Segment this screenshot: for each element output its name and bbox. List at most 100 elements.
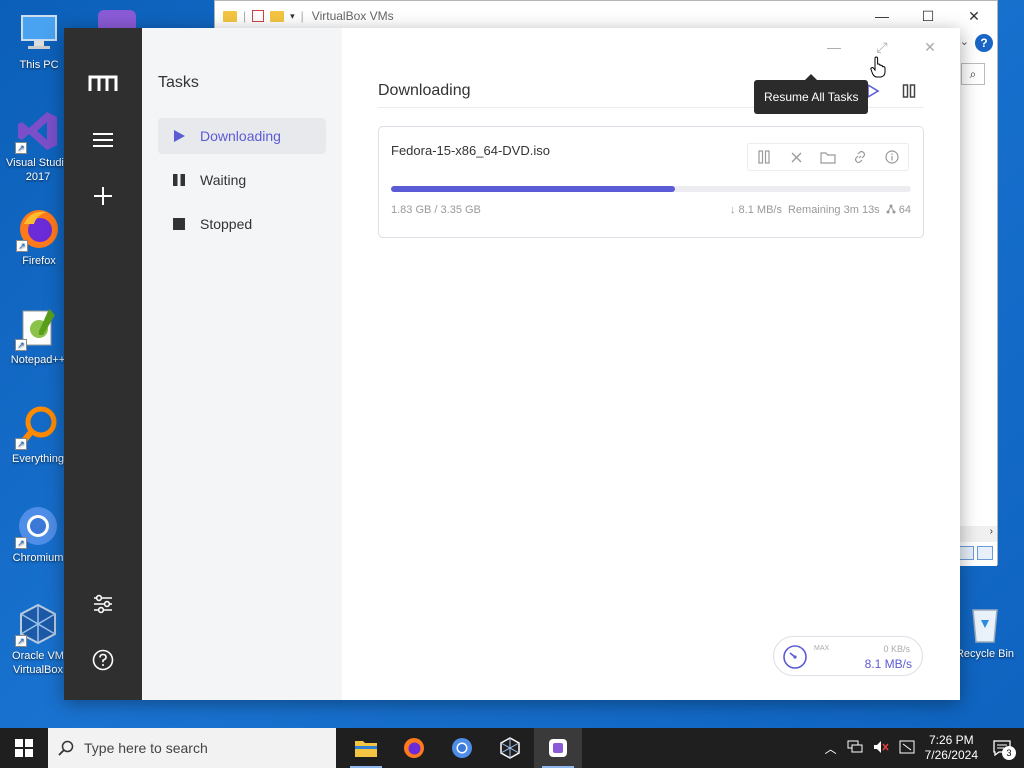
task-info-button[interactable] xyxy=(876,144,908,170)
shortcut-arrow-icon: ↗ xyxy=(15,142,27,154)
taskbar-chromium[interactable] xyxy=(438,728,486,768)
task-size: 1.83 GB / 3.35 GB xyxy=(391,204,481,216)
speedometer-icon xyxy=(783,645,807,669)
app-logo-icon[interactable] xyxy=(83,64,123,104)
notepad-plus-plus-icon: ↗ xyxy=(15,305,61,351)
shortcut-arrow-icon: ↗ xyxy=(15,635,27,647)
folder-icon xyxy=(355,741,377,757)
firefox-icon xyxy=(404,738,424,758)
open-folder-button[interactable] xyxy=(812,144,844,170)
copy-link-button[interactable] xyxy=(844,144,876,170)
close-icon[interactable]: ✕ xyxy=(951,1,997,31)
system-tray: ︿ 7:26 PM 7/26/2024 3 xyxy=(825,733,1024,763)
desktop-icon-label: Chromium xyxy=(12,552,64,564)
virtualbox-icon xyxy=(500,737,520,759)
show-hidden-icons-icon[interactable]: ︿ xyxy=(825,740,837,757)
pause-task-button[interactable] xyxy=(748,144,780,170)
explorer-visible-edge xyxy=(959,31,997,566)
close-icon xyxy=(791,152,801,162)
scroll-right-icon[interactable]: › xyxy=(959,526,997,542)
connections-icon xyxy=(886,204,896,214)
delete-task-button[interactable] xyxy=(780,144,812,170)
task-progress-fill xyxy=(391,186,675,192)
search-icon xyxy=(58,740,74,756)
volume-muted-icon[interactable] xyxy=(873,740,889,757)
new-folder-icon[interactable] xyxy=(270,10,285,22)
minimize-icon[interactable]: — xyxy=(810,34,858,60)
motrix-window: Tasks Downloading Waiting Stopped — ⤢ ✕ xyxy=(64,28,960,700)
sidebar-item-waiting[interactable]: Waiting xyxy=(158,162,326,198)
explorer-window-controls: — ☐ ✕ xyxy=(859,1,997,31)
task-sidebar: Tasks Downloading Waiting Stopped xyxy=(142,28,342,700)
ime-icon[interactable] xyxy=(899,740,915,757)
speedometer-label: MAX xyxy=(814,645,830,652)
folder-icon[interactable] xyxy=(223,10,237,22)
desktop-icon-motrix[interactable] xyxy=(98,10,136,30)
download-speed: 8.1 MB/s xyxy=(864,657,912,671)
ribbon-expand-icon[interactable]: ⌄ xyxy=(960,35,969,48)
desktop-icon-label: Firefox xyxy=(22,255,56,267)
add-task-icon[interactable] xyxy=(83,176,123,216)
sidebar-title: Tasks xyxy=(158,74,199,91)
properties-icon[interactable] xyxy=(252,10,265,22)
preferences-icon[interactable] xyxy=(83,584,123,624)
speedometer[interactable]: MAX 0 KB/s 8.1 MB/s xyxy=(773,636,923,676)
task-action-bar xyxy=(747,143,909,171)
task-list-panel: — ⤢ ✕ Downloading Fedora-15-x86_64-DVD.i… xyxy=(342,28,960,700)
sidebar-item-stopped[interactable]: Stopped xyxy=(158,206,326,242)
menu-icon[interactable] xyxy=(83,120,123,160)
view-switcher xyxy=(958,546,993,560)
taskbar-motrix[interactable] xyxy=(534,728,582,768)
pause-icon xyxy=(758,150,770,164)
visual-studio-icon: ↗ xyxy=(15,108,61,154)
details-view-icon[interactable] xyxy=(958,546,974,560)
computer-icon xyxy=(16,10,62,56)
task-speed: ↓ 8.1 MB/s xyxy=(730,204,782,216)
hand-cursor-icon xyxy=(870,56,886,78)
motrix-icon xyxy=(549,739,567,757)
windows-logo-icon xyxy=(15,739,33,757)
pause-all-button[interactable] xyxy=(898,80,920,102)
taskbar: Type here to search ︿ 7:26 PM 7/26/2024 … xyxy=(0,728,1024,768)
play-icon xyxy=(867,83,880,98)
task-card[interactable]: Fedora-15-x86_64-DVD.iso 1.83 GB / 3.35 … xyxy=(378,126,924,238)
sidebar-item-label: Stopped xyxy=(200,216,253,232)
network-icon[interactable] xyxy=(847,740,863,757)
folder-icon xyxy=(820,151,836,164)
notification-badge: 3 xyxy=(1002,746,1016,760)
task-stats: ↓ 8.1 MB/s Remaining 3m 13s 64 xyxy=(730,204,911,216)
pause-icon xyxy=(902,83,916,98)
clock[interactable]: 7:26 PM 7/26/2024 xyxy=(925,733,978,763)
task-connections-count: 64 xyxy=(898,204,911,216)
qa-dropdown-icon[interactable]: ▾ xyxy=(290,11,295,22)
separator: | xyxy=(300,9,304,23)
maximize-icon[interactable]: ☐ xyxy=(905,1,951,31)
sidebar-item-label: Downloading xyxy=(200,128,281,144)
pause-icon xyxy=(170,171,188,189)
taskbar-apps xyxy=(342,728,582,768)
sidebar-item-downloading[interactable]: Downloading xyxy=(158,118,326,154)
shortcut-arrow-icon: ↗ xyxy=(15,438,27,450)
search-placeholder: Type here to search xyxy=(84,740,208,756)
start-button[interactable] xyxy=(0,728,48,768)
taskbar-virtualbox[interactable] xyxy=(486,728,534,768)
shortcut-arrow-icon: ↗ xyxy=(16,240,28,252)
minimize-icon[interactable]: — xyxy=(859,1,905,31)
help-icon[interactable]: ? xyxy=(975,34,993,52)
desktop-icon-recycle-bin[interactable]: Recycle Bin xyxy=(950,602,1020,660)
taskbar-firefox[interactable] xyxy=(390,728,438,768)
explorer-title: VirtualBox VMs xyxy=(311,9,394,23)
clock-time: 7:26 PM xyxy=(928,733,974,747)
search-icon[interactable]: ⌕ xyxy=(961,63,985,85)
large-icons-view-icon[interactable] xyxy=(977,546,993,560)
help-icon[interactable] xyxy=(83,640,123,680)
taskbar-search[interactable]: Type here to search xyxy=(48,728,336,768)
separator: | xyxy=(243,9,247,23)
desktop-icon-label: This PC xyxy=(19,59,59,71)
taskbar-file-explorer[interactable] xyxy=(342,728,390,768)
action-center-button[interactable]: 3 xyxy=(988,734,1016,762)
desktop-icon-label: Notepad++ xyxy=(10,354,66,366)
close-icon[interactable]: ✕ xyxy=(906,34,954,60)
task-progress-bar xyxy=(391,186,911,192)
task-connections: 64 xyxy=(886,204,911,216)
